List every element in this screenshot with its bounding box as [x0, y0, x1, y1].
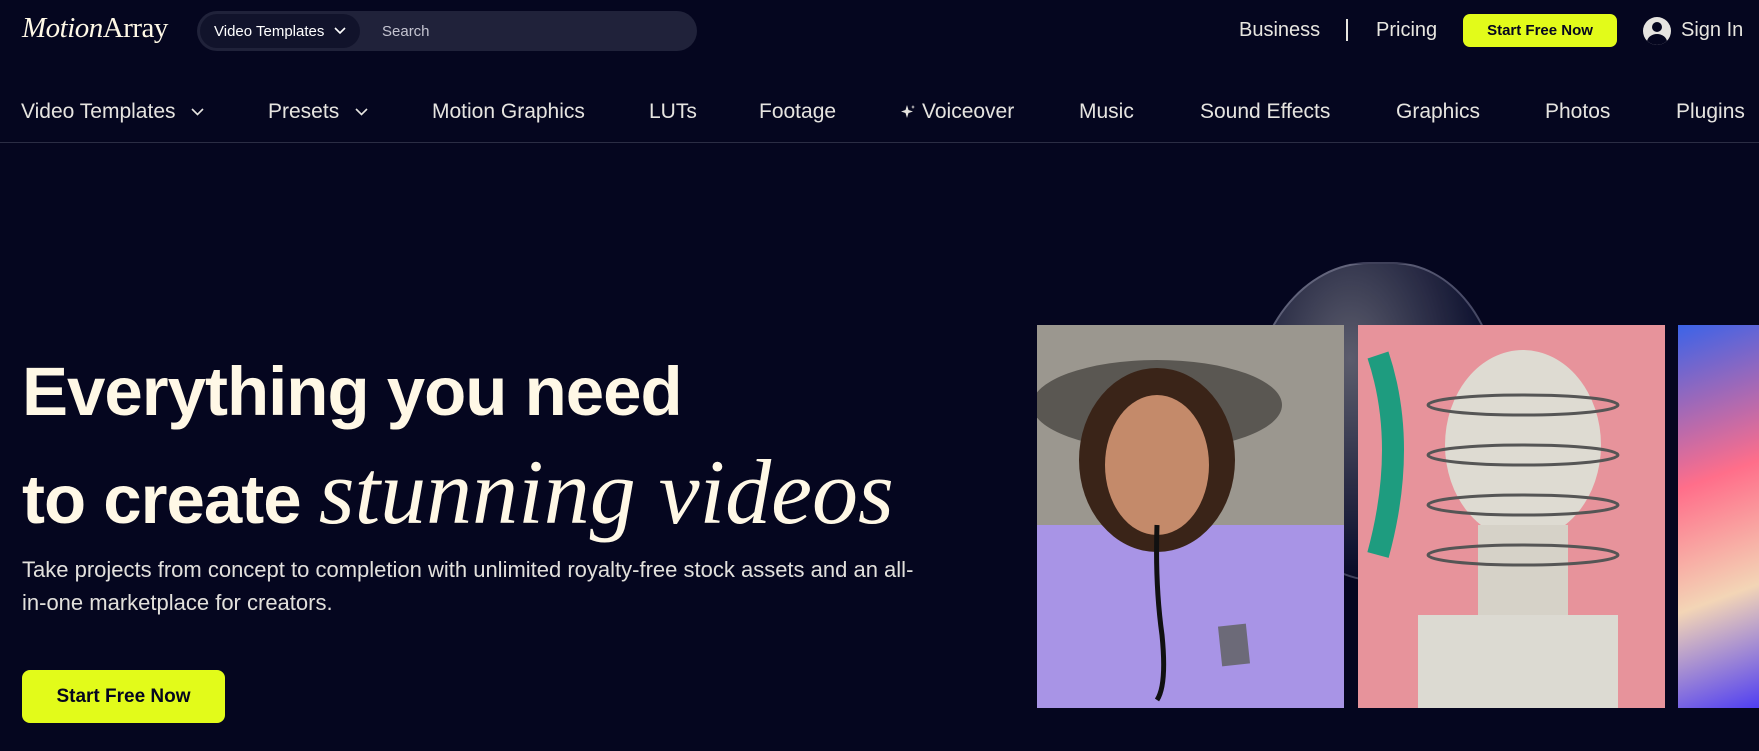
search-category-dropdown[interactable]: Video Templates [200, 14, 360, 48]
search-bar: Video Templates [197, 11, 697, 51]
start-free-now-button[interactable]: Start Free Now [1463, 14, 1617, 47]
hero-start-free-now-button[interactable]: Start Free Now [22, 670, 225, 723]
person-illustration [1037, 325, 1344, 708]
hero-image-abstract [1678, 325, 1759, 708]
logo-text-array: Array [102, 12, 169, 44]
user-avatar-icon[interactable] [1643, 17, 1671, 45]
nav-item-video-templates[interactable]: Video Templates [21, 100, 204, 124]
category-nav: Video Templates Presets Motion Graphics … [0, 72, 1759, 143]
headline-accent-text: stunning videos [318, 441, 894, 543]
sparkle-icon [901, 105, 915, 119]
nav-label: Presets [268, 100, 340, 123]
search-category-label: Video Templates [214, 22, 325, 40]
hero-image-person [1037, 325, 1344, 708]
nav-item-photos[interactable]: Photos [1545, 100, 1610, 124]
top-bar: MotionArray Video Templates Business Pri… [0, 0, 1759, 62]
sculpture-illustration [1358, 325, 1665, 708]
headline-line-1: Everything you need [22, 353, 683, 430]
nav-label: Voiceover [922, 100, 1015, 123]
nav-item-graphics[interactable]: Graphics [1396, 100, 1480, 124]
nav-label: Video Templates [21, 100, 176, 123]
nav-item-plugins[interactable]: Plugins [1676, 100, 1745, 124]
nav-item-presets[interactable]: Presets [268, 100, 368, 124]
business-link[interactable]: Business [1239, 19, 1320, 42]
nav-item-footage[interactable]: Footage [759, 100, 836, 124]
pricing-link[interactable]: Pricing [1376, 19, 1437, 42]
chevron-down-icon [355, 108, 368, 117]
hero-headline: Everything you need to create stunning v… [22, 342, 894, 550]
sign-in-link[interactable]: Sign In [1681, 19, 1743, 42]
nav-item-voiceover[interactable]: Voiceover [900, 100, 1014, 124]
headline-plain-text: to create [22, 461, 319, 538]
nav-item-music[interactable]: Music [1079, 100, 1134, 124]
chevron-down-icon [334, 27, 346, 35]
search-input[interactable] [382, 16, 682, 46]
chevron-down-icon [191, 108, 204, 117]
hero-image-sculpture [1358, 325, 1665, 708]
hero-subtitle: Take projects from concept to completion… [22, 557, 914, 615]
nav-item-motion-graphics[interactable]: Motion Graphics [432, 100, 585, 124]
motionarray-logo[interactable]: MotionArray [22, 12, 168, 45]
link-divider [1346, 19, 1348, 41]
logo-text-motion: Motion [22, 12, 103, 44]
nav-item-sound-effects[interactable]: Sound Effects [1200, 100, 1330, 124]
nav-item-luts[interactable]: LUTs [649, 100, 697, 124]
headline-line-2: to create stunning videos [22, 442, 894, 550]
